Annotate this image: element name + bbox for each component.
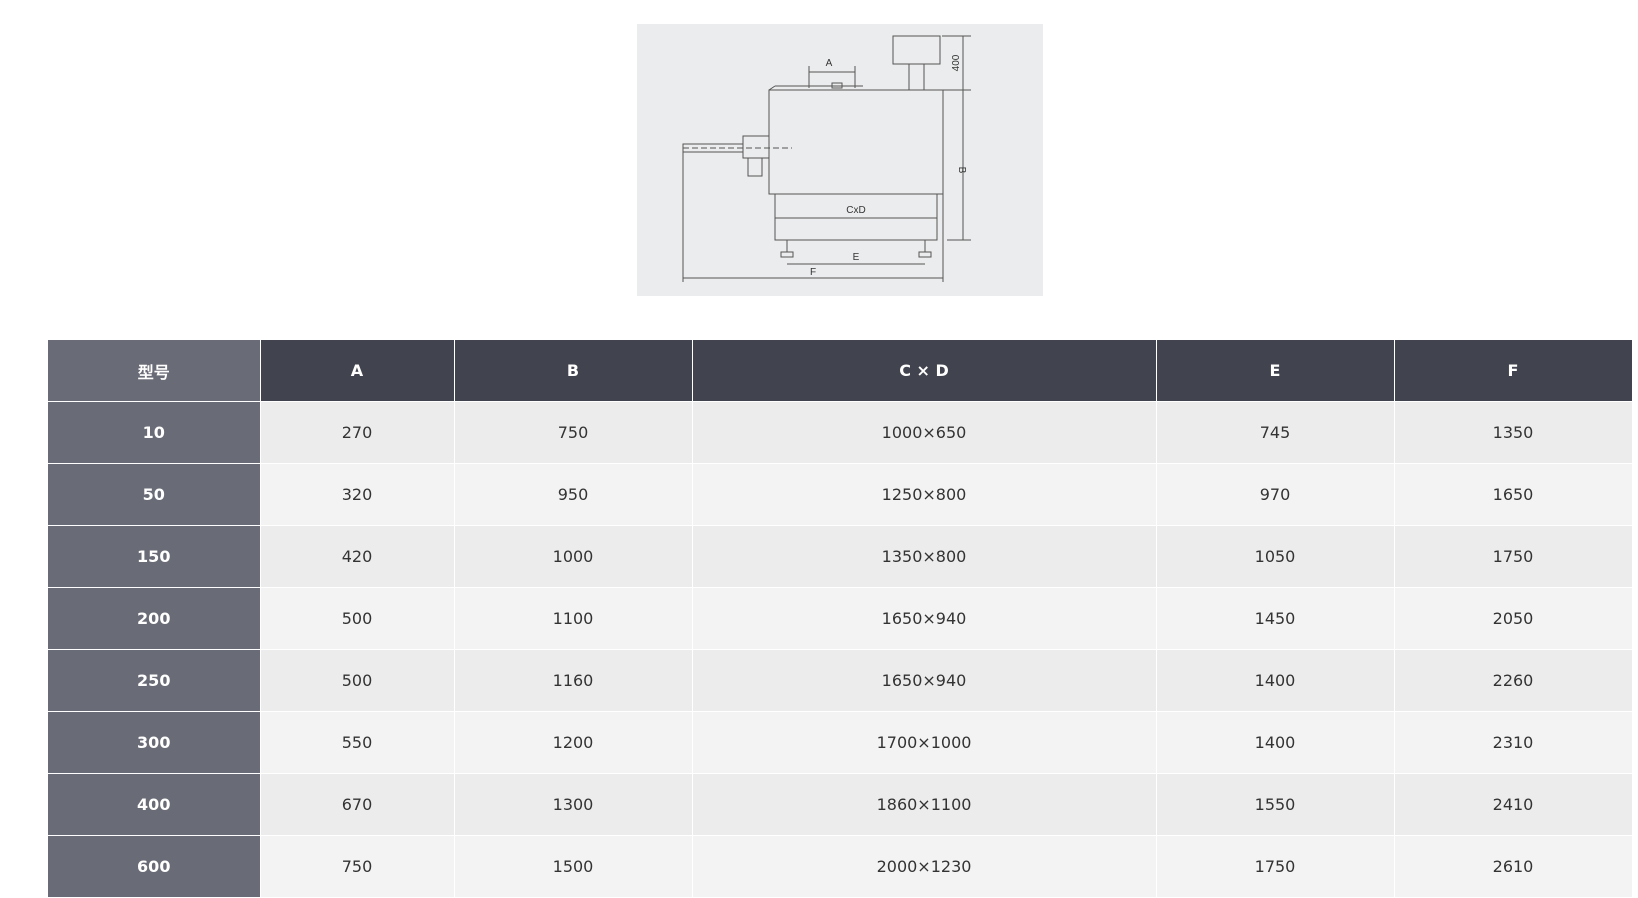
cell-cxd: 1700×1000 <box>692 711 1157 774</box>
cell-f: 1650 <box>1394 463 1633 526</box>
table-body: 10 270 750 1000×650 745 1350 50 320 950 … <box>48 401 1633 898</box>
cell-cxd: 1650×940 <box>692 587 1157 650</box>
cell-e: 1050 <box>1156 525 1395 588</box>
cell-f: 2610 <box>1394 835 1633 898</box>
cell-f: 1350 <box>1394 401 1633 464</box>
cell-f: 2410 <box>1394 773 1633 836</box>
header-e: E <box>1156 340 1395 402</box>
cell-a: 270 <box>260 401 455 464</box>
cell-f: 2310 <box>1394 711 1633 774</box>
cell-e: 1750 <box>1156 835 1395 898</box>
frame <box>774 193 938 241</box>
cell-b: 1200 <box>454 711 693 774</box>
model-cell: 50 <box>48 463 261 526</box>
dim-label-400: 400 <box>951 54 962 71</box>
cell-cxd: 1250×800 <box>692 463 1157 526</box>
discharge-port <box>742 135 770 159</box>
cell-b: 1500 <box>454 835 693 898</box>
cell-cxd: 1000×650 <box>692 401 1157 464</box>
dim-label-b: B <box>956 167 967 174</box>
cell-e: 970 <box>1156 463 1395 526</box>
header-b: B <box>454 340 693 402</box>
cell-cxd: 1650×940 <box>692 649 1157 712</box>
table-row: 600 750 1500 2000×1230 1750 2610 <box>48 835 1633 898</box>
cell-b: 1160 <box>454 649 693 712</box>
dimension-drawing: A 400 B CxD E F <box>637 24 1043 296</box>
cell-e: 1400 <box>1156 649 1395 712</box>
cell-b: 750 <box>454 401 693 464</box>
cell-cxd: 1860×1100 <box>692 773 1157 836</box>
header-model: 型号 <box>48 340 261 402</box>
table-row: 50 320 950 1250×800 970 1650 <box>48 463 1633 526</box>
cell-cxd: 1350×800 <box>692 525 1157 588</box>
cell-a: 500 <box>260 649 455 712</box>
mixer-tank <box>768 89 944 195</box>
cell-e: 745 <box>1156 401 1395 464</box>
cell-a: 550 <box>260 711 455 774</box>
cell-a: 670 <box>260 773 455 836</box>
cell-a: 500 <box>260 587 455 650</box>
cell-e: 1550 <box>1156 773 1395 836</box>
cell-f: 2260 <box>1394 649 1633 712</box>
cell-cxd: 2000×1230 <box>692 835 1157 898</box>
model-cell: 250 <box>48 649 261 712</box>
model-cell: 150 <box>48 525 261 588</box>
dim-label-f: F <box>810 267 816 278</box>
header-cxd: C × D <box>692 340 1157 402</box>
dim-label-e: E <box>853 252 860 263</box>
model-cell: 200 <box>48 587 261 650</box>
machine-outline-drawing: A 400 B CxD E F <box>682 35 971 282</box>
cell-f: 2050 <box>1394 587 1633 650</box>
header-f: F <box>1394 340 1633 402</box>
cell-b: 1000 <box>454 525 693 588</box>
motor-box <box>892 35 941 65</box>
header-row: 型号 A B C × D E F <box>48 340 1633 402</box>
table-row: 400 670 1300 1860×1100 1550 2410 <box>48 773 1633 836</box>
header-a: A <box>260 340 455 402</box>
table-header: 型号 A B C × D E F <box>48 340 1633 402</box>
cell-b: 1100 <box>454 587 693 650</box>
cell-f: 1750 <box>1394 525 1633 588</box>
cell-a: 320 <box>260 463 455 526</box>
cell-b: 1300 <box>454 773 693 836</box>
table-row: 10 270 750 1000×650 745 1350 <box>48 401 1633 464</box>
model-cell: 400 <box>48 773 261 836</box>
cell-b: 950 <box>454 463 693 526</box>
dim-label-cxd: CxD <box>846 205 865 216</box>
table-row: 250 500 1160 1650×940 1400 2260 <box>48 649 1633 712</box>
cell-a: 420 <box>260 525 455 588</box>
dimension-spec-table: 型号 A B C × D E F 10 270 750 1000×650 745… <box>48 340 1633 898</box>
cell-a: 750 <box>260 835 455 898</box>
table-row: 200 500 1100 1650×940 1450 2050 <box>48 587 1633 650</box>
dim-label-a: A <box>826 58 833 69</box>
table-row: 150 420 1000 1350×800 1050 1750 <box>48 525 1633 588</box>
model-cell: 600 <box>48 835 261 898</box>
model-cell: 10 <box>48 401 261 464</box>
model-cell: 300 <box>48 711 261 774</box>
table-row: 300 550 1200 1700×1000 1400 2310 <box>48 711 1633 774</box>
cell-e: 1450 <box>1156 587 1395 650</box>
cell-e: 1400 <box>1156 711 1395 774</box>
